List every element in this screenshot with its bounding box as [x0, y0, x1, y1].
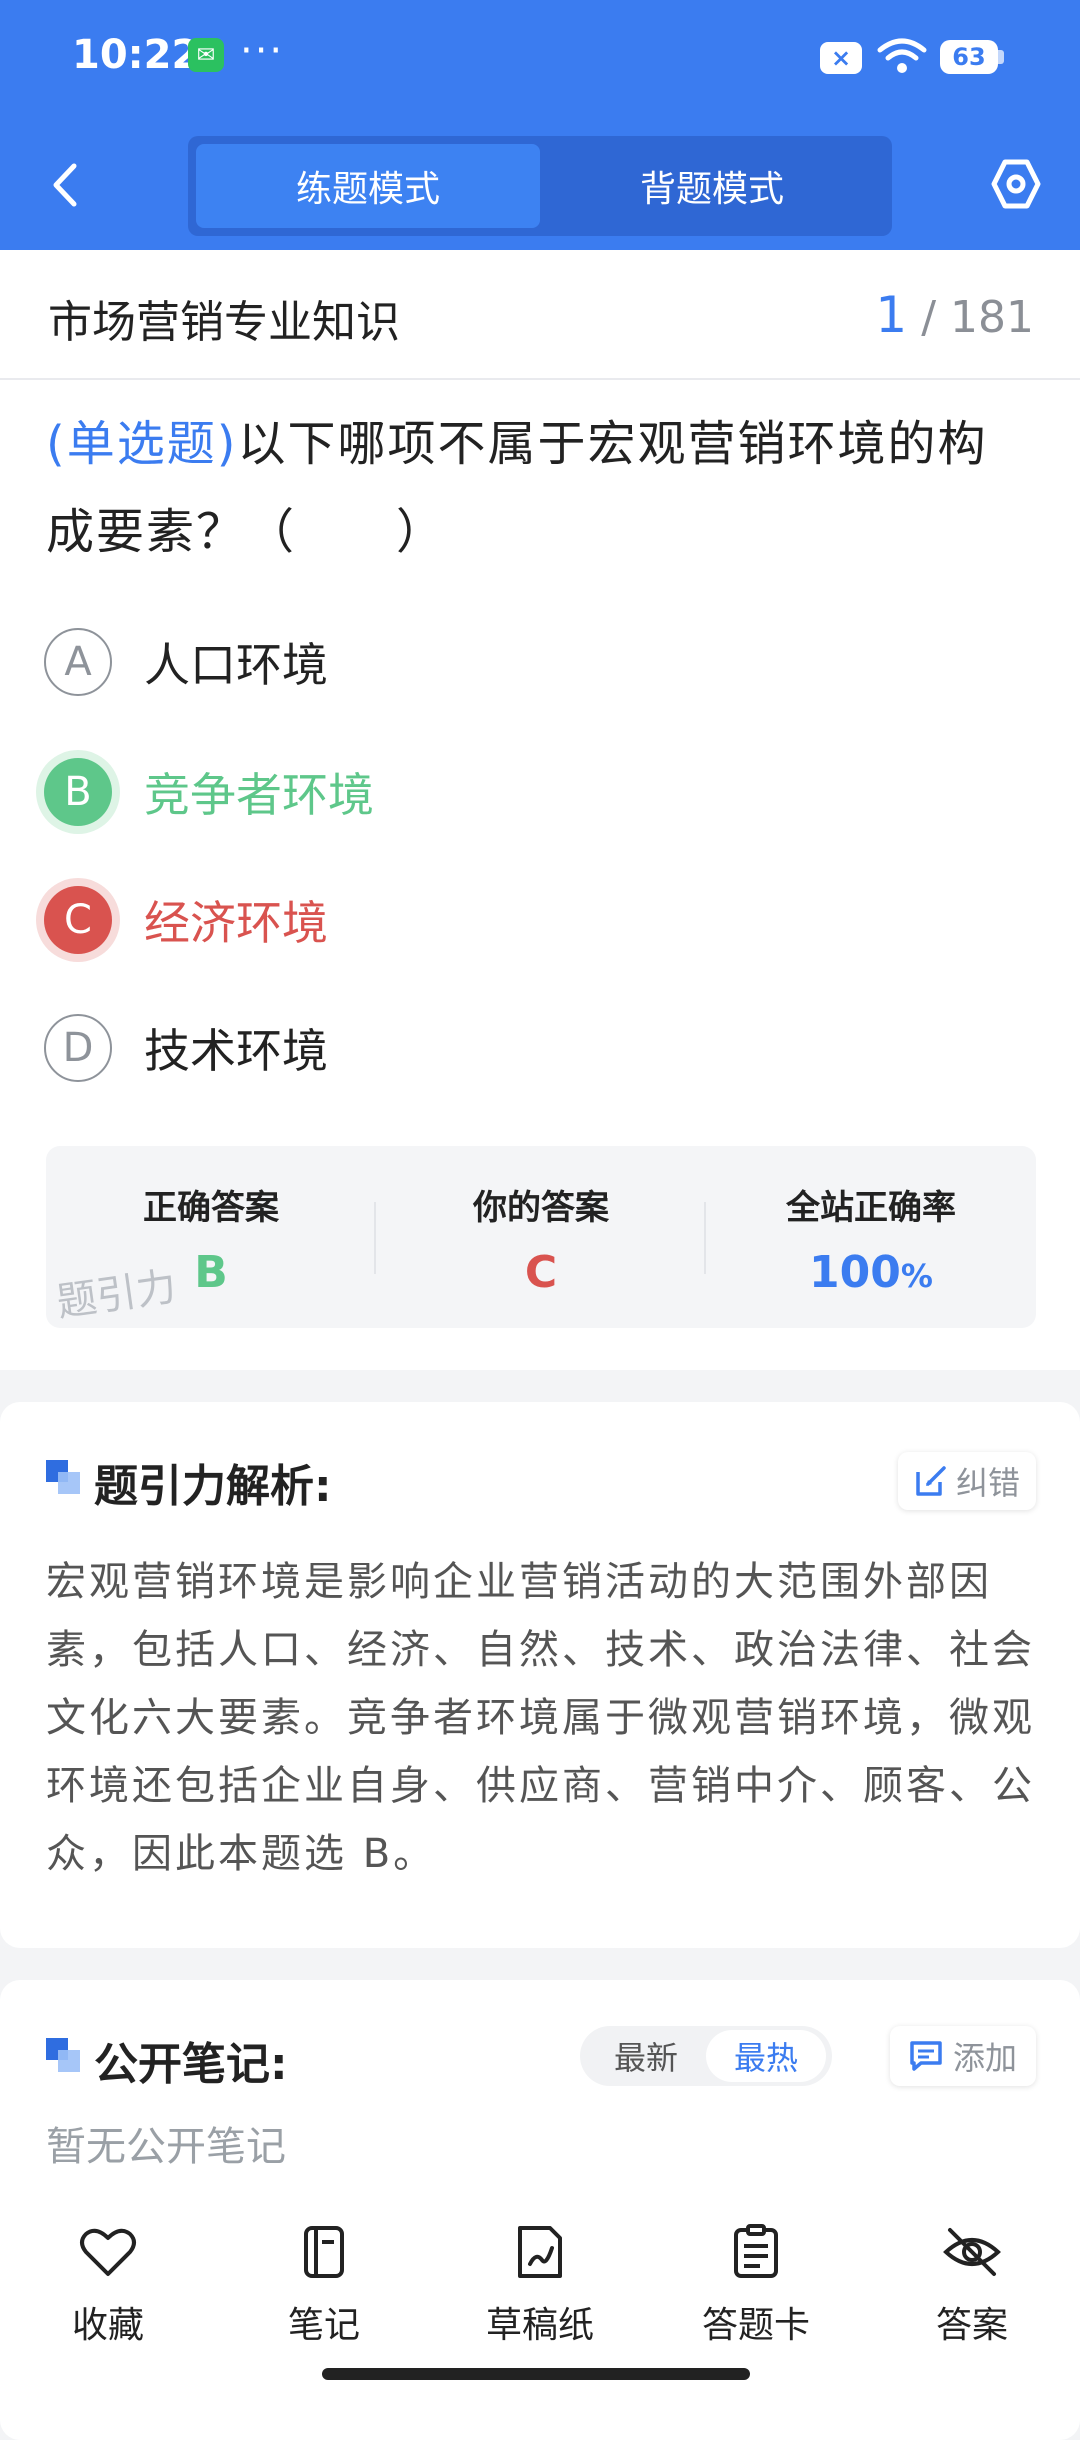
nav-notes[interactable]: 笔记 — [234, 2222, 414, 2348]
nav-favorite[interactable]: 收藏 — [18, 2222, 198, 2348]
edit-icon — [916, 1466, 946, 1496]
notes-sort-toggle: 最新 最热 — [580, 2026, 832, 2086]
option-a[interactable]: A 人口环境 — [44, 622, 844, 702]
progress-current: 1 — [875, 286, 908, 344]
add-note-button[interactable]: 添加 — [890, 2026, 1036, 2086]
question-type: (单选题) — [46, 416, 238, 472]
notebook-icon — [304, 2226, 344, 2278]
battery-tip — [998, 50, 1004, 64]
tab-practice-mode[interactable]: 练题模式 — [196, 144, 540, 228]
notes-title: 公开笔记: — [94, 2039, 288, 2090]
subject-title: 市场营销专业知识 — [48, 297, 400, 348]
nav-answer[interactable]: 答案 — [882, 2222, 1062, 2348]
correction-button[interactable]: 纠错 — [898, 1452, 1036, 1510]
comment-icon — [910, 2041, 942, 2071]
correct-answer-label: 正确答案 — [143, 1188, 279, 1228]
analysis-text: 宏观营销环境是影响企业营销活动的大范围外部因素，包括人口、经济、自然、技术、政治… — [46, 1559, 1035, 1877]
option-text: 经济环境 — [144, 896, 328, 950]
mode-switch: 练题模式 背题模式 — [188, 136, 892, 236]
wechat-notification-icon: ✉ — [188, 38, 224, 72]
accuracy-label: 全站正确率 — [786, 1188, 956, 1228]
option-text: 竞争者环境 — [144, 768, 374, 822]
nav-scratch-paper[interactable]: 草稿纸 — [450, 2222, 630, 2348]
option-letter: A — [44, 628, 112, 696]
progress-total: / 181 — [921, 292, 1034, 343]
section-square-icon — [46, 2038, 80, 2072]
status-time: 10:22 — [72, 32, 200, 78]
battery-icon: 63 — [940, 40, 998, 74]
accuracy-value: 100% — [706, 1247, 1036, 1298]
your-answer-col: 你的答案 C — [376, 1146, 706, 1328]
option-letter: C — [44, 886, 112, 954]
option-c[interactable]: C 经济环境 — [44, 880, 844, 960]
add-label: 添加 — [952, 2039, 1017, 2077]
home-indicator[interactable] — [322, 2368, 750, 2380]
divider — [0, 378, 1080, 380]
settings-icon[interactable] — [990, 158, 1042, 210]
nav-label: 答案 — [935, 2305, 1008, 2346]
nav-label: 笔记 — [287, 2305, 360, 2346]
sim-disabled-icon: × — [820, 42, 862, 74]
your-answer-label: 你的答案 — [473, 1188, 609, 1228]
tab-memorize-mode[interactable]: 背题模式 — [540, 144, 884, 228]
nav-label: 答题卡 — [701, 2305, 810, 2346]
your-answer-value: C — [524, 1247, 558, 1298]
option-d[interactable]: D 技术环境 — [44, 1008, 844, 1088]
answer-sheet-icon — [734, 2224, 778, 2278]
section-square-icon — [46, 1460, 80, 1494]
back-icon[interactable] — [42, 160, 92, 210]
option-b[interactable]: B 竞争者环境 — [44, 752, 844, 832]
eye-off-icon — [943, 2228, 1001, 2276]
accuracy-unit: % — [900, 1257, 933, 1295]
analysis-title: 题引力解析: — [94, 1461, 332, 1512]
nav-label: 收藏 — [71, 2305, 144, 2346]
wifi-icon — [877, 38, 927, 73]
answer-summary: 正确答案 B 你的答案 C 全站正确率 100% — [46, 1146, 1036, 1328]
sort-hottest[interactable]: 最热 — [706, 2030, 826, 2082]
sort-latest[interactable]: 最新 — [586, 2026, 706, 2086]
question-text: (单选题)以下哪项不属于宏观营销环境的构成要素？（ ） — [46, 400, 1036, 576]
empty-notes-text: 暂无公开笔记 — [46, 2124, 286, 2170]
draft-paper-icon — [518, 2226, 562, 2278]
option-text: 人口环境 — [144, 638, 328, 692]
more-notifications-icon: ··· — [240, 28, 285, 74]
accuracy-col: 全站正确率 100% — [706, 1146, 1036, 1328]
question-progress: 1 / 181 — [875, 286, 1034, 344]
nav-answer-sheet[interactable]: 答题卡 — [666, 2222, 846, 2348]
option-letter: D — [44, 1014, 112, 1082]
nav-label: 草稿纸 — [485, 2305, 594, 2346]
accuracy-number: 100 — [809, 1247, 901, 1298]
option-text: 技术环境 — [144, 1024, 328, 1078]
heart-icon — [80, 2228, 136, 2276]
option-letter: B — [44, 758, 112, 826]
correction-label: 纠错 — [955, 1464, 1020, 1502]
